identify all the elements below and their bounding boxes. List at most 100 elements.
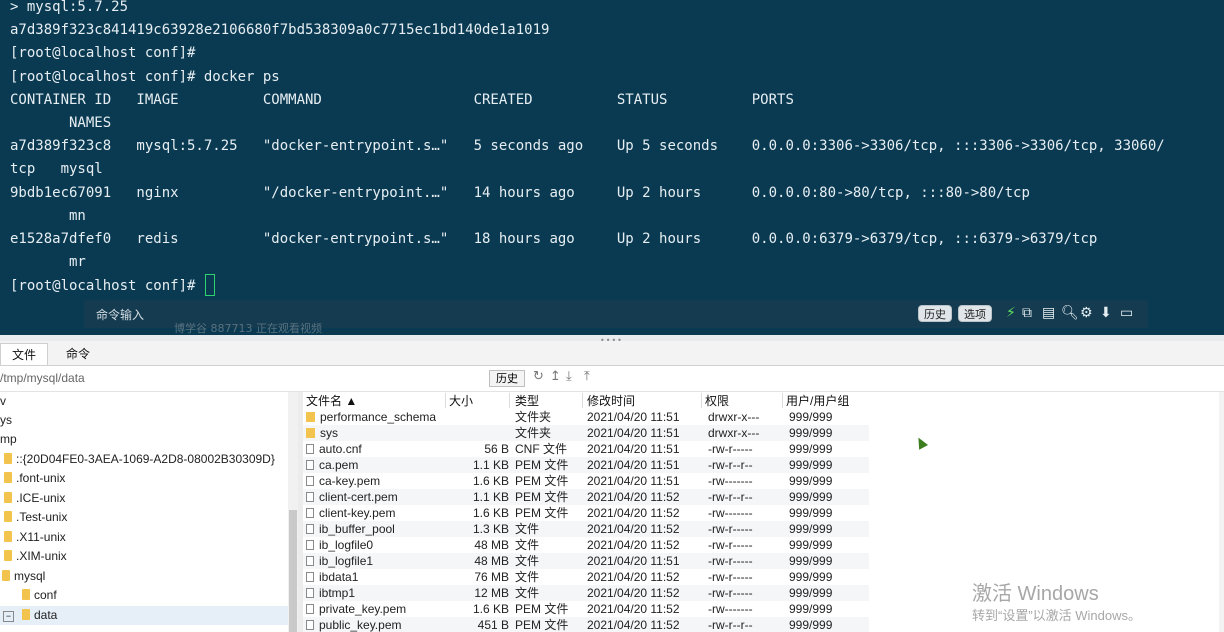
lightning-icon[interactable]: ⚡ <box>1006 304 1016 322</box>
file-size-cell: 1.6 KB <box>472 506 509 520</box>
file-name: auto.cnf <box>319 442 362 456</box>
header-divider[interactable] <box>509 393 510 408</box>
tree-scrollbar[interactable] <box>288 392 298 632</box>
tree-item[interactable]: .XIM-unix <box>4 547 67 566</box>
download-icon[interactable]: ⤓ <box>566 369 572 384</box>
tree-item[interactable]: mp <box>0 430 17 449</box>
header-divider[interactable] <box>701 393 702 408</box>
column-header-owner[interactable]: 用户/用户组 <box>786 393 849 409</box>
file-permissions-cell: -rw------- <box>708 506 753 520</box>
file-mtime-cell: 2021/04/20 11:51 <box>587 554 680 568</box>
search-icon[interactable]: 🔍︎ <box>1061 304 1079 322</box>
file-permissions-cell: -rw------- <box>708 474 753 488</box>
file-owner-cell: 999/999 <box>789 426 833 440</box>
column-header-mtime[interactable]: 修改时间 <box>587 393 635 409</box>
path-history-button[interactable]: 历史 <box>489 370 525 387</box>
copy-icon[interactable]: ⧉ <box>1022 304 1032 322</box>
column-header-permissions[interactable]: 权限 <box>705 393 729 409</box>
tree-item-label: .XIM-unix <box>16 549 67 563</box>
header-divider[interactable] <box>782 393 783 408</box>
tree-item-mysql[interactable]: mysql <box>2 567 45 586</box>
tree-item[interactable]: .Test-unix <box>4 508 67 527</box>
column-header-size[interactable]: 大小 <box>449 393 473 409</box>
file-icon <box>306 524 314 534</box>
command-input-label[interactable]: 命令输入 <box>96 306 144 323</box>
file-row[interactable]: ib_buffer_pool 1.3 KB 文件 2021/04/20 11:52 -r… <box>303 521 869 537</box>
file-type-cell: PEM 文件 <box>515 618 569 632</box>
terminal-cursor <box>204 274 215 297</box>
folder-icon <box>22 589 30 600</box>
file-name-cell: auto.cnf <box>306 441 362 457</box>
file-row[interactable]: private_key.pem 1.6 KB PEM 文件 2021/04/20 11… <box>303 601 869 617</box>
options-button[interactable]: 选项 <box>958 305 992 322</box>
history-button[interactable]: 历史 <box>918 305 952 322</box>
column-header-type[interactable]: 类型 <box>515 393 539 409</box>
column-header-name[interactable]: 文件名 ▲ <box>306 393 357 409</box>
folder-icon <box>4 531 12 542</box>
file-permissions-cell: -rw-r----- <box>708 522 753 536</box>
file-name-cell: client-key.pem <box>306 505 395 521</box>
path-input[interactable] <box>0 369 480 387</box>
file-owner-cell: 999/999 <box>789 410 833 424</box>
file-size-cell: 48 MB <box>474 554 509 568</box>
terminal-pane[interactable]: > mysql:5.7.25 a7d389f323c841419c63928e2… <box>0 0 1224 335</box>
file-row[interactable]: ca.pem 1.1 KB PEM 文件 2021/04/20 11:51 -rw-r-… <box>303 457 869 473</box>
upload-icon[interactable]: ⤒ <box>584 369 590 384</box>
file-icon <box>306 460 314 470</box>
file-name: ca-key.pem <box>319 474 381 488</box>
file-owner-cell: 999/999 <box>789 602 833 616</box>
tree-item[interactable]: v <box>0 392 6 411</box>
folder-row[interactable]: sys 文件夹 2021/04/20 11:51 drwxr-x--- 999/999 <box>303 425 869 441</box>
header-divider[interactable] <box>582 393 583 408</box>
refresh-icon[interactable]: ↻ <box>533 369 544 384</box>
folder-icon <box>2 570 10 581</box>
file-owner-cell: 999/999 <box>789 506 833 520</box>
folder-row[interactable]: performance_schema 文件夹 2021/04/20 11:51 drw… <box>303 409 869 425</box>
tree-item-label: mysql <box>14 569 46 583</box>
file-row[interactable]: client-key.pem 1.6 KB PEM 文件 2021/04/20 11:… <box>303 505 869 521</box>
tab-commands[interactable]: 命令 <box>52 343 104 365</box>
collapse-icon[interactable]: − <box>3 611 14 622</box>
file-name: client-cert.pem <box>319 490 398 504</box>
file-mtime-cell: 2021/04/20 11:52 <box>587 490 680 504</box>
file-row[interactable]: ib_logfile0 48 MB 文件 2021/04/20 11:52 -rw-r-… <box>303 537 869 553</box>
download-icon[interactable]: ⬇ <box>1100 304 1112 322</box>
tree-item-data[interactable]: − data <box>0 606 288 625</box>
tree-item-conf[interactable]: conf <box>22 586 57 605</box>
file-owner-cell: 999/999 <box>789 570 833 584</box>
file-name: ib_logfile1 <box>319 554 374 568</box>
tree-item[interactable]: .font-unix <box>4 469 65 488</box>
gear-icon[interactable]: ⚙ <box>1080 304 1093 322</box>
file-permissions-cell: -rw-r----- <box>708 554 753 568</box>
file-list-scrollbar[interactable] <box>1219 392 1224 632</box>
header-divider[interactable] <box>445 393 446 408</box>
file-type-cell: PEM 文件 <box>515 490 569 504</box>
file-row[interactable]: public_key.pem 451 B PEM 文件 2021/04/20 11:5… <box>303 617 869 632</box>
viewer-watermark: 博学谷 887713 正在观看视频 <box>174 322 322 335</box>
file-row[interactable]: client-cert.pem 1.1 KB PEM 文件 2021/04/20 11… <box>303 489 869 505</box>
file-name-cell: private_key.pem <box>306 601 406 617</box>
file-size-cell: 76 MB <box>474 570 509 584</box>
window-icon[interactable]: ▭ <box>1120 304 1133 322</box>
file-mtime-cell: 2021/04/20 11:52 <box>587 522 680 536</box>
file-row[interactable]: ca-key.pem 1.6 KB PEM 文件 2021/04/20 11:51 -r… <box>303 473 869 489</box>
tree-item[interactable]: ys <box>0 411 12 430</box>
tab-files[interactable]: 文件 <box>0 343 48 365</box>
terminal-line: NAMES <box>10 114 112 131</box>
tree-item[interactable]: ::{20D04FE0-3AEA-1069-A2D8-08002B30309D} <box>4 450 275 469</box>
terminal-prompt-line[interactable]: [root@localhost conf]# <box>10 274 1165 297</box>
file-row[interactable]: ibtmp1 12 MB 文件 2021/04/20 11:52 -rw-r----- 9… <box>303 585 869 601</box>
file-row[interactable]: ib_logfile1 48 MB 文件 2021/04/20 11:51 -rw-r-… <box>303 553 869 569</box>
file-icon <box>306 444 314 454</box>
folder-icon <box>4 453 12 464</box>
file-row[interactable]: ibdata1 76 MB 文件 2021/04/20 11:52 -rw-r-----… <box>303 569 869 585</box>
tree-item[interactable]: .ICE-unix <box>4 489 65 508</box>
file-permissions-cell: -rw------- <box>708 602 753 616</box>
tree-scroll-thumb[interactable] <box>289 510 297 632</box>
paste-icon[interactable]: ▤ <box>1042 304 1055 322</box>
up-icon[interactable]: ↥ <box>550 369 561 384</box>
file-row[interactable]: auto.cnf 56 B CNF 文件 2021/04/20 11:51 -rw-r-… <box>303 441 869 457</box>
folder-icon <box>306 412 315 422</box>
file-name: ibdata1 <box>319 570 359 584</box>
tree-item[interactable]: .X11-unix <box>4 528 66 547</box>
